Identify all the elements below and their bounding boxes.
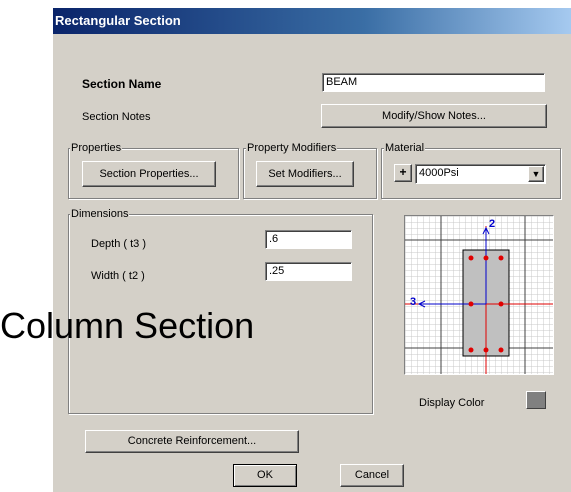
section-properties-button[interactable]: Section Properties... (82, 161, 216, 187)
dimensions-group-label: Dimensions (70, 208, 130, 220)
section-name-input[interactable]: BEAM (322, 73, 545, 92)
axis-3-label: 3 (410, 296, 417, 308)
display-color-label: Display Color (419, 397, 485, 409)
cancel-button[interactable]: Cancel (340, 464, 404, 487)
dialog-title: Rectangular Section (53, 8, 571, 34)
depth-input[interactable]: .6 (265, 230, 352, 249)
axis-2-label: 2 (489, 218, 496, 230)
property-modifiers-group-label: Property Modifiers (246, 142, 338, 154)
material-add-icon[interactable]: + (394, 164, 412, 182)
concrete-reinforcement-button[interactable]: Concrete Reinforcement... (85, 430, 299, 453)
depth-label: Depth ( t3 ) (91, 238, 147, 250)
width-label: Width ( t2 ) (91, 270, 145, 282)
material-group-label: Material (384, 142, 426, 154)
rectangular-section-dialog: Rectangular Section Section Name BEAM Se… (52, 8, 571, 492)
properties-group-label: Properties (70, 142, 123, 154)
modify-show-notes-button[interactable]: Modify/Show Notes... (321, 104, 547, 128)
column-section-caption: Column Section (0, 305, 255, 346)
section-notes-label: Section Notes (82, 111, 151, 123)
display-color-swatch[interactable] (526, 391, 546, 409)
section-preview-drawing (405, 216, 553, 374)
material-select[interactable]: 4000Psi ▼ (415, 164, 546, 184)
ok-button[interactable]: OK (233, 464, 297, 487)
section-preview: 2 3 (404, 215, 554, 375)
set-modifiers-button[interactable]: Set Modifiers... (256, 161, 354, 187)
material-select-value: 4000Psi (419, 167, 459, 179)
section-name-label: Section Name (82, 77, 162, 91)
chevron-down-icon[interactable]: ▼ (528, 166, 544, 182)
width-input[interactable]: .25 (265, 262, 352, 281)
